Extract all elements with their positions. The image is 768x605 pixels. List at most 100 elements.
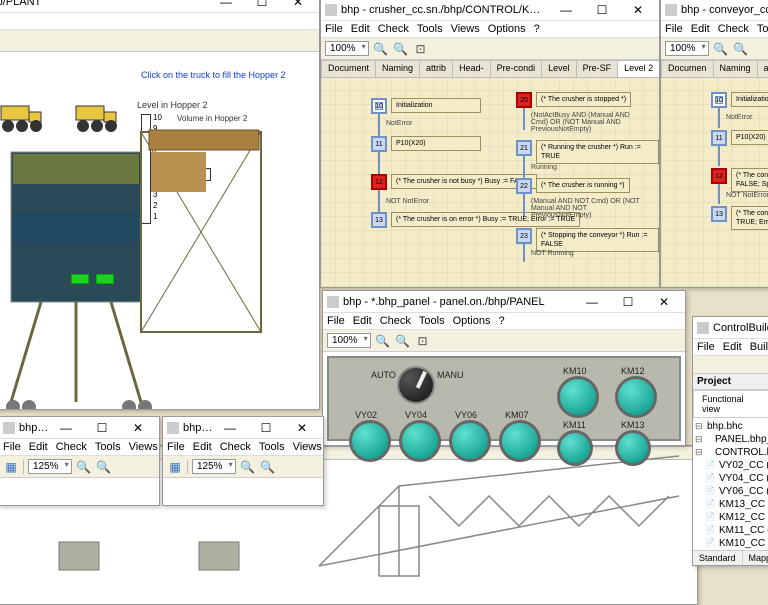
zoom-in-icon[interactable]: 🔍 (395, 333, 411, 349)
caction-10[interactable]: Initialization (731, 92, 768, 107)
menu-views[interactable]: Views (293, 441, 322, 453)
belt1-titlebar[interactable]: bhp - conveyor_belt - co... — ☐ ✕ (0, 417, 159, 439)
node-control[interactable]: CONTROL.bhp (695, 446, 768, 459)
cstep-12[interactable]: 12 (711, 168, 727, 184)
menu-check[interactable]: Check (380, 315, 411, 327)
tab-attr[interactable]: attr (757, 60, 768, 77)
caction-13[interactable]: (* The conveyor is on error *) Busy := T… (731, 206, 768, 230)
menu-check[interactable]: Check (718, 23, 749, 35)
maximize-button[interactable]: ☐ (85, 419, 119, 437)
belt1-canvas[interactable] (0, 478, 159, 505)
menu-views[interactable]: Views (129, 441, 158, 453)
maximize-button[interactable]: ☐ (585, 1, 619, 19)
btn-km13[interactable] (615, 430, 651, 466)
menu-tools[interactable]: Tools (417, 23, 443, 35)
menu-file[interactable]: File (327, 315, 345, 327)
leaf-vy04[interactable]: VY04_CC (vi (695, 472, 768, 485)
close-button[interactable]: ✕ (281, 0, 315, 11)
menu-check[interactable]: Check (56, 441, 87, 453)
panel-titlebar[interactable]: bhp - *.bhp_panel - panel.on./bhp/PANEL … (323, 291, 685, 313)
action-20[interactable]: (* The crusher is stopped *) (536, 92, 631, 107)
tab-presf[interactable]: Pre-SF (576, 60, 619, 77)
proj-titlebar[interactable]: ControlBuild - bhp (693, 317, 768, 339)
menu-tools[interactable]: Tools (419, 315, 445, 327)
cstep-11[interactable]: 11 (711, 130, 727, 146)
leaf-vy06[interactable]: VY06_CC (vi (695, 485, 768, 498)
minimize-button[interactable]: — (49, 419, 83, 437)
step-21[interactable]: 21 (516, 140, 532, 156)
minimize-button[interactable]: — (209, 0, 243, 11)
close-button[interactable]: ✕ (647, 293, 681, 311)
btn-vy06[interactable] (449, 420, 491, 462)
action-23[interactable]: (* Stopping the conveyor *) Run := FALSE (536, 228, 659, 252)
conveyor-sfc-canvas[interactable]: 10 Initialization NotError 11 P10(X20) 1… (661, 78, 768, 287)
action-11[interactable]: P10(X20) (391, 136, 481, 151)
action-10[interactable]: Initialization (391, 98, 481, 113)
minimize-button[interactable]: — (575, 293, 609, 311)
leaf-km11[interactable]: KM11_CC (c (695, 524, 768, 537)
caction-12[interactable]: (* The conveyor is not busy *) Busy := F… (731, 168, 768, 192)
action-22[interactable]: (* The crusher is running *) (536, 178, 630, 193)
menu-views[interactable]: Views (451, 23, 480, 35)
zoom-fit-icon[interactable]: ⊡ (415, 333, 431, 349)
caction-11[interactable]: P10(X20) (731, 130, 768, 145)
zoom-fit-icon[interactable]: ⊡ (413, 41, 429, 57)
tab-naming[interactable]: Naming (713, 60, 758, 77)
zoom-select[interactable]: 100% (327, 333, 371, 348)
zoom-out-icon[interactable]: 🔍 (76, 459, 92, 475)
menu-file[interactable]: File (665, 23, 683, 35)
menu-file[interactable]: File (697, 341, 715, 353)
menu-edit[interactable]: Edit (351, 23, 370, 35)
menu-check[interactable]: Check (220, 441, 251, 453)
menu-help[interactable]: ? (534, 23, 540, 35)
step-10[interactable]: 10 (371, 98, 387, 114)
rotary-switch[interactable] (397, 366, 435, 404)
zoom-select[interactable]: 100% (665, 41, 709, 56)
menu-tools[interactable]: Tools (95, 441, 121, 453)
minimize-button[interactable]: — (213, 419, 247, 437)
btn-km12[interactable] (615, 376, 657, 418)
tab-level2[interactable]: Level 2 (617, 60, 659, 77)
btn-vy02[interactable] (349, 420, 391, 462)
conveyor-titlebar[interactable]: bhp - conveyor_cc.sn./bhp/C (661, 0, 768, 21)
menu-file[interactable]: File (325, 23, 343, 35)
zoom-in-icon[interactable]: 🔍 (733, 41, 749, 57)
node-panel[interactable]: PANEL.bhp_pa (695, 433, 768, 446)
tab-level[interactable]: Level (541, 60, 577, 77)
close-button[interactable]: ✕ (285, 419, 319, 437)
tool-icon[interactable]: ▦ (3, 459, 19, 475)
action-12[interactable]: (* The crusher is not busy *) Busy := FA… (391, 174, 537, 189)
zoom-select[interactable]: 125% (28, 459, 72, 474)
menu-file[interactable]: File (167, 441, 185, 453)
maximize-button[interactable]: ☐ (249, 419, 283, 437)
crusher-titlebar[interactable]: bhp - crusher_cc.sn./bhp/CONTROL/KM07_CC… (321, 0, 659, 21)
plant-titlebar[interactable]: bhp - plant.on./bhp/PLANT — ☐ ✕ (0, 0, 319, 13)
leaf-km12[interactable]: KM12_CC (c (695, 511, 768, 524)
tab-precond[interactable]: Pre-condi (490, 60, 543, 77)
zoom-select[interactable]: 100% (325, 41, 369, 56)
maximize-button[interactable]: ☐ (611, 293, 645, 311)
close-button[interactable]: ✕ (121, 419, 155, 437)
cstep-13[interactable]: 13 (711, 206, 727, 222)
zoom-select[interactable]: 125% (192, 459, 236, 474)
leaf-km13[interactable]: KM13_CC (c (695, 498, 768, 511)
menu-edit[interactable]: Edit (29, 441, 48, 453)
zoom-out-icon[interactable]: 🔍 (240, 459, 256, 475)
cstep-10[interactable]: 10 (711, 92, 727, 108)
step-20[interactable]: 20 (516, 92, 532, 108)
zoom-out-icon[interactable]: 🔍 (373, 41, 389, 57)
menu-help[interactable]: ? (499, 315, 505, 327)
tab-naming[interactable]: Naming (375, 60, 420, 77)
action-21[interactable]: (* Running the crusher *) Run := TRUE (536, 140, 659, 164)
leaf-vy02[interactable]: VY02_CC (vi (695, 459, 768, 472)
menu-options[interactable]: Options (488, 23, 526, 35)
zoom-in-icon[interactable]: 🔍 (393, 41, 409, 57)
btn-vy04[interactable] (399, 420, 441, 462)
zoom-out-icon[interactable]: 🔍 (713, 41, 729, 57)
step-13[interactable]: 13 (371, 212, 387, 228)
btn-km10[interactable] (557, 376, 599, 418)
minimize-button[interactable]: — (549, 1, 583, 19)
belt2-canvas[interactable] (163, 478, 323, 505)
btn-km11[interactable] (557, 430, 593, 466)
menu-edit[interactable]: Edit (723, 341, 742, 353)
